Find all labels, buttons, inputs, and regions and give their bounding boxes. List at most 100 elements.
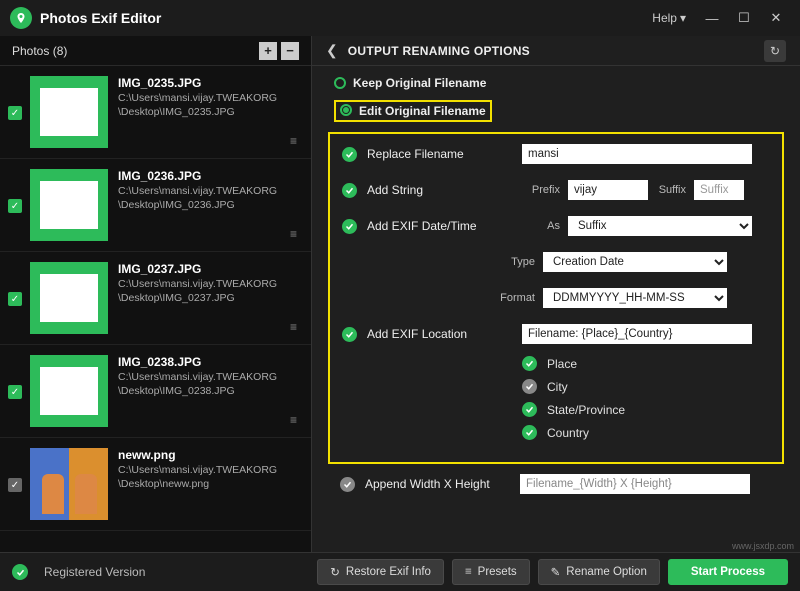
item-path: C:\Users\mansi.vijay.TWEAKORG\Desktop\IM… bbox=[118, 278, 299, 305]
as-select[interactable]: Suffix bbox=[568, 216, 752, 236]
pencil-icon: ✎ bbox=[551, 565, 561, 579]
thumbnail bbox=[30, 448, 108, 520]
suffix-input[interactable] bbox=[694, 180, 744, 200]
app-logo-icon bbox=[10, 7, 32, 29]
check-icon[interactable] bbox=[522, 402, 537, 417]
check-icon[interactable] bbox=[522, 356, 537, 371]
prefix-label: Prefix bbox=[522, 184, 568, 196]
registered-label: Registered Version bbox=[44, 565, 145, 579]
item-menu-icon[interactable]: ≡ bbox=[290, 227, 297, 241]
sliders-icon: ≡ bbox=[465, 566, 472, 578]
check-icon[interactable] bbox=[522, 379, 537, 394]
registered-icon bbox=[12, 564, 28, 580]
radio-label: Keep Original Filename bbox=[353, 76, 486, 90]
as-label: As bbox=[522, 220, 568, 232]
back-button[interactable]: ❮ bbox=[326, 42, 338, 59]
replace-filename-input[interactable] bbox=[522, 144, 752, 164]
thumbnail bbox=[30, 76, 108, 148]
app-title: Photos Exif Editor bbox=[40, 10, 644, 26]
thumbnail bbox=[30, 262, 108, 334]
width-height-input[interactable] bbox=[520, 474, 750, 494]
list-item[interactable]: ✓ IMG_0238.JPG C:\Users\mansi.vijay.TWEA… bbox=[0, 345, 311, 438]
check-icon[interactable] bbox=[340, 477, 355, 492]
item-path: C:\Users\mansi.vijay.TWEAKORG\Desktop\ne… bbox=[118, 464, 299, 491]
type-label: Type bbox=[497, 256, 543, 268]
remove-photo-button[interactable]: − bbox=[281, 42, 299, 60]
chevron-down-icon: ▾ bbox=[680, 11, 686, 25]
rename-label: Rename Option bbox=[566, 566, 647, 578]
state-label: State/Province bbox=[547, 403, 625, 417]
radio-icon bbox=[334, 77, 346, 89]
presets-button[interactable]: ≡ Presets bbox=[452, 559, 530, 585]
help-menu[interactable]: Help▾ bbox=[644, 7, 694, 29]
check-icon[interactable] bbox=[342, 219, 357, 234]
radio-edit-original[interactable]: Edit Original Filename bbox=[334, 100, 492, 122]
radio-icon bbox=[340, 104, 352, 116]
item-filename: IMG_0236.JPG bbox=[118, 169, 299, 183]
presets-label: Presets bbox=[478, 566, 517, 578]
prefix-input[interactable] bbox=[568, 180, 648, 200]
list-item[interactable]: ✓ IMG_0237.JPG C:\Users\mansi.vijay.TWEA… bbox=[0, 252, 311, 345]
footer: Registered Version ↻ Restore Exif Info ≡ P… bbox=[0, 552, 800, 591]
start-process-button[interactable]: Start Process bbox=[668, 559, 788, 585]
restore-exif-button[interactable]: ↻ Restore Exif Info bbox=[317, 559, 444, 585]
sidebar: Photos (8) + − ✓ IMG_0235.JPG C:\Users\m… bbox=[0, 36, 312, 552]
edit-filename-options: Replace Filename Add String Prefix Suffi… bbox=[328, 132, 784, 464]
item-path: C:\Users\mansi.vijay.TWEAKORG\Desktop\IM… bbox=[118, 92, 299, 119]
item-menu-icon[interactable]: ≡ bbox=[290, 320, 297, 334]
item-menu-icon[interactable]: ≡ bbox=[290, 134, 297, 148]
list-item[interactable]: ✓ neww.png C:\Users\mansi.vijay.TWEAKORG… bbox=[0, 438, 311, 531]
rename-option-button[interactable]: ✎ Rename Option bbox=[538, 559, 660, 585]
titlebar: Photos Exif Editor Help▾ — ☐ ✕ bbox=[0, 0, 800, 36]
append-wh-label: Append Width X Height bbox=[365, 477, 520, 491]
country-label: Country bbox=[547, 426, 589, 440]
radio-keep-original[interactable]: Keep Original Filename bbox=[334, 76, 784, 90]
add-location-label: Add EXIF Location bbox=[367, 327, 522, 341]
panel-title: OUTPUT RENAMING OPTIONS bbox=[348, 44, 764, 58]
photo-list[interactable]: ✓ IMG_0235.JPG C:\Users\mansi.vijay.TWEA… bbox=[0, 66, 311, 552]
options-panel: ❮ OUTPUT RENAMING OPTIONS ↻ Keep Origina… bbox=[312, 36, 800, 552]
add-string-label: Add String bbox=[367, 183, 522, 197]
item-filename: IMG_0235.JPG bbox=[118, 76, 299, 90]
format-select[interactable]: DDMMYYYY_HH-MM-SS bbox=[543, 288, 727, 308]
replace-filename-label: Replace Filename bbox=[367, 147, 522, 161]
add-datetime-label: Add EXIF Date/Time bbox=[367, 219, 522, 233]
item-checkbox[interactable]: ✓ bbox=[8, 199, 22, 213]
maximize-button[interactable]: ☐ bbox=[730, 4, 758, 32]
restore-icon: ↻ bbox=[330, 565, 340, 579]
item-path: C:\Users\mansi.vijay.TWEAKORG\Desktop\IM… bbox=[118, 371, 299, 398]
restore-label: Restore Exif Info bbox=[346, 566, 431, 578]
city-label: City bbox=[547, 380, 568, 394]
item-menu-icon[interactable]: ≡ bbox=[290, 413, 297, 427]
check-icon[interactable] bbox=[342, 327, 357, 342]
suffix-label: Suffix bbox=[648, 184, 694, 196]
add-photo-button[interactable]: + bbox=[259, 42, 277, 60]
item-filename: IMG_0237.JPG bbox=[118, 262, 299, 276]
radio-label: Edit Original Filename bbox=[359, 104, 486, 118]
check-icon[interactable] bbox=[342, 183, 357, 198]
item-checkbox[interactable]: ✓ bbox=[8, 106, 22, 120]
close-button[interactable]: ✕ bbox=[762, 4, 790, 32]
minimize-button[interactable]: — bbox=[698, 4, 726, 32]
type-select[interactable]: Creation Date bbox=[543, 252, 727, 272]
item-path: C:\Users\mansi.vijay.TWEAKORG\Desktop\IM… bbox=[118, 185, 299, 212]
sidebar-title: Photos (8) bbox=[12, 44, 255, 58]
item-checkbox[interactable]: ✓ bbox=[8, 292, 22, 306]
item-filename: neww.png bbox=[118, 448, 299, 462]
place-label: Place bbox=[547, 357, 577, 371]
format-label: Format bbox=[497, 292, 543, 304]
thumbnail bbox=[30, 169, 108, 241]
check-icon[interactable] bbox=[522, 425, 537, 440]
check-icon[interactable] bbox=[342, 147, 357, 162]
item-checkbox[interactable]: ✓ bbox=[8, 478, 22, 492]
reset-button[interactable]: ↻ bbox=[764, 40, 786, 62]
list-item[interactable]: ✓ IMG_0235.JPG C:\Users\mansi.vijay.TWEA… bbox=[0, 66, 311, 159]
item-checkbox[interactable]: ✓ bbox=[8, 385, 22, 399]
help-label: Help bbox=[652, 11, 677, 25]
thumbnail bbox=[30, 355, 108, 427]
item-filename: IMG_0238.JPG bbox=[118, 355, 299, 369]
watermark: www.jsxdp.com bbox=[732, 541, 794, 551]
start-label: Start Process bbox=[691, 566, 765, 578]
list-item[interactable]: ✓ IMG_0236.JPG C:\Users\mansi.vijay.TWEA… bbox=[0, 159, 311, 252]
location-pattern-input[interactable] bbox=[522, 324, 752, 344]
